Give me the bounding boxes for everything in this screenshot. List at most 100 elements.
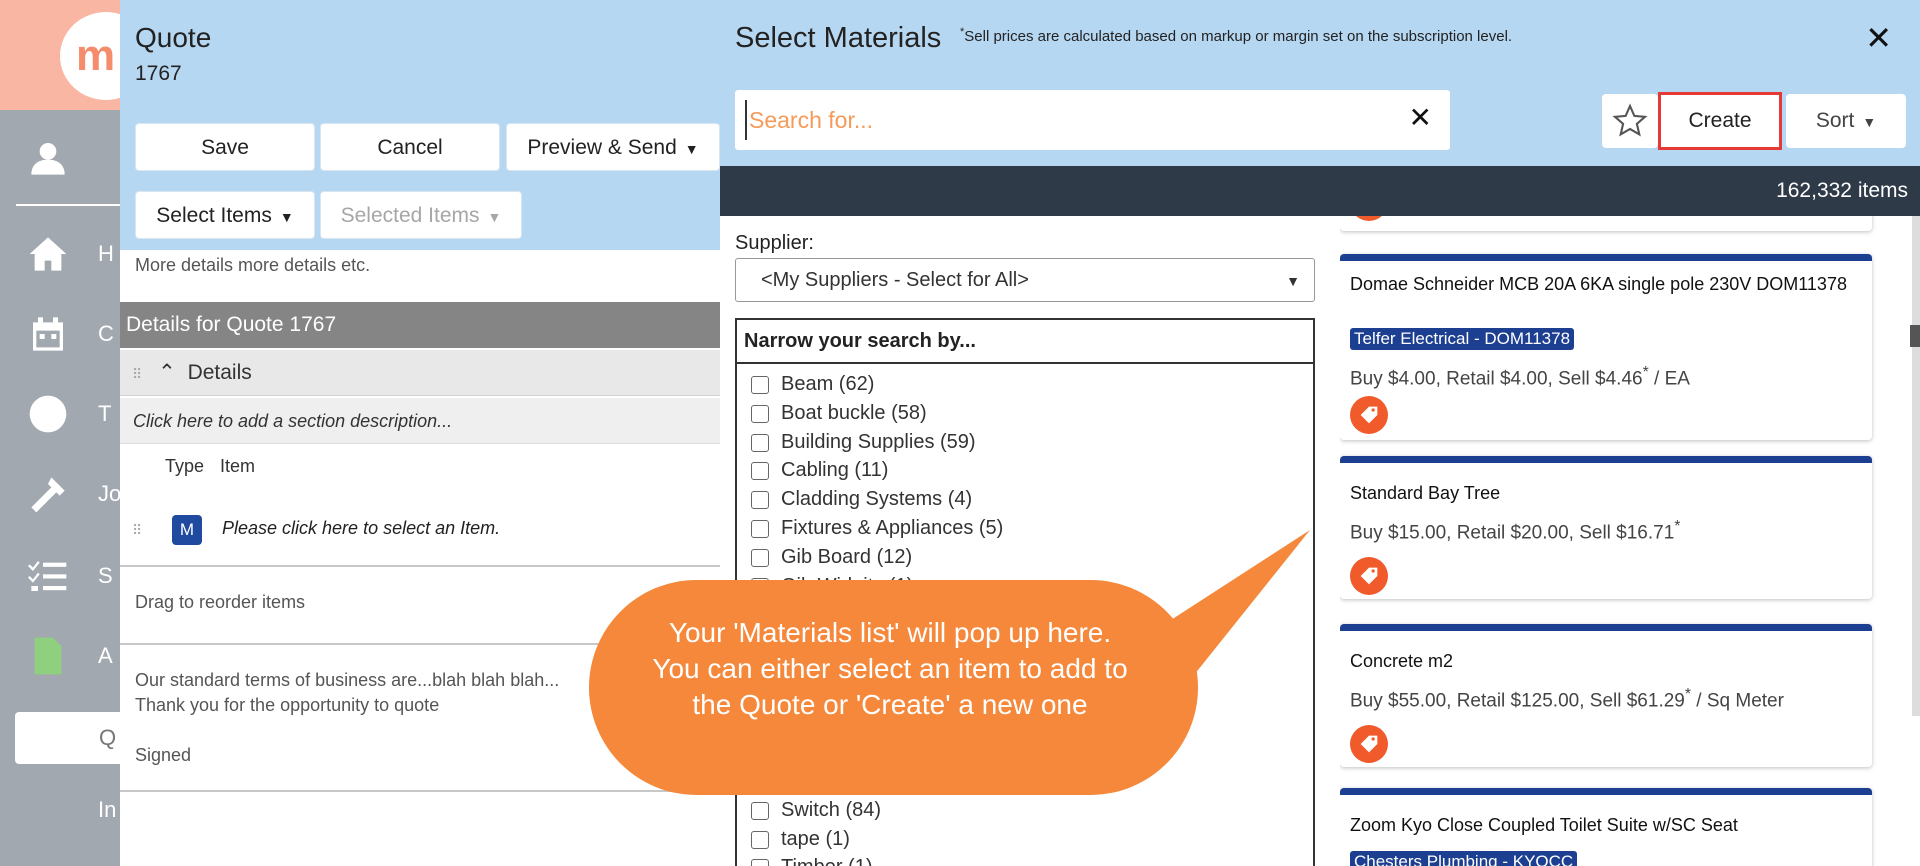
price-tag-button[interactable] xyxy=(1350,396,1388,434)
chevron-up-icon[interactable]: ⌃ xyxy=(158,361,176,384)
narrow-search-title: Narrow your search by... xyxy=(737,320,1313,364)
filter-label: tape (1) xyxy=(781,828,850,850)
filter-checkbox[interactable] xyxy=(751,519,769,538)
supplier-badge: Chesters Plumbing - KYOCC xyxy=(1350,851,1578,866)
supplier-select[interactable]: <My Suppliers - Select for All> ▼ xyxy=(735,258,1315,302)
material-card[interactable] xyxy=(1340,216,1872,231)
caret-down-icon: ▼ xyxy=(487,209,502,225)
filter-checkbox[interactable] xyxy=(751,801,769,820)
price-asterisk: * xyxy=(1674,518,1681,535)
price-unit: / Sq Meter xyxy=(1691,690,1784,712)
user-nav[interactable] xyxy=(0,128,140,188)
filter-option[interactable]: Timber (1) xyxy=(751,856,872,866)
column-header-item: Item xyxy=(220,456,256,476)
close-icon[interactable]: ✕ xyxy=(1865,22,1892,54)
filter-option[interactable]: Boat buckle (58) xyxy=(751,402,927,425)
drag-reorder-hint: Drag to reorder items xyxy=(135,592,306,612)
price-tag-icon[interactable] xyxy=(1350,216,1388,221)
price-unit: / EA xyxy=(1648,368,1690,390)
tag-icon xyxy=(1360,406,1378,424)
filter-checkbox[interactable] xyxy=(751,490,769,509)
preview-send-label: Preview & Send xyxy=(527,136,677,159)
clock-icon xyxy=(29,395,67,433)
drag-handle-icon[interactable]: ⠿ xyxy=(132,522,142,539)
divider xyxy=(120,790,720,792)
sidebar-item-jobs[interactable]: Jo xyxy=(0,464,140,524)
filter-label: Timber (1) xyxy=(781,856,872,866)
signed-text[interactable]: Signed xyxy=(135,745,191,766)
material-price: Buy $4.00, Retail $4.00, Sell $4.46* / E… xyxy=(1350,364,1690,390)
filter-option[interactable]: Building Supplies (59) xyxy=(751,431,976,454)
material-card[interactable]: Concrete m2 Buy $55.00, Retail $125.00, … xyxy=(1340,624,1872,767)
drag-handle-icon[interactable]: ⠿ xyxy=(132,366,142,382)
supplier-label: Supplier: xyxy=(735,232,814,254)
column-header-type: Type xyxy=(165,456,205,476)
filter-option[interactable]: Cabling (11) xyxy=(751,459,888,482)
material-card[interactable]: Zoom Kyo Close Coupled Toilet Suite w/SC… xyxy=(1340,788,1872,866)
material-name: Zoom Kyo Close Coupled Toilet Suite w/SC… xyxy=(1350,815,1738,835)
user-icon xyxy=(31,143,65,175)
sidebar-item-timesheets[interactable]: T xyxy=(0,384,140,444)
caret-down-icon: ▼ xyxy=(684,141,699,157)
favorites-button[interactable] xyxy=(1602,94,1658,148)
details-section-header[interactable]: ⠿ ⌃ Details xyxy=(120,350,720,396)
terms-text-line2[interactable]: Thank you for the opportunity to quote xyxy=(135,695,439,716)
filter-checkbox[interactable] xyxy=(751,858,769,866)
clear-search-icon[interactable]: ✕ xyxy=(1409,104,1432,132)
sort-dropdown[interactable]: Sort ▼ xyxy=(1786,94,1906,148)
sidebar-item-home[interactable]: H xyxy=(0,224,140,284)
hammer-icon xyxy=(31,477,65,513)
sidebar-item-schedule[interactable]: S xyxy=(0,546,140,606)
save-button[interactable]: Save xyxy=(135,123,315,171)
filter-label: Gib Board (12) xyxy=(781,546,913,568)
create-button[interactable]: Create xyxy=(1658,92,1782,150)
results-scrollbar-thumb[interactable] xyxy=(1910,325,1920,347)
sidebar-item-label: Jo xyxy=(98,481,122,506)
material-card[interactable]: Standard Bay Tree Buy $15.00, Retail $20… xyxy=(1340,456,1872,599)
sidebar-item-invoices[interactable]: In xyxy=(0,780,140,840)
search-box: ✕ xyxy=(735,90,1450,150)
sidebar-item-calendar[interactable]: C xyxy=(0,304,140,364)
filter-checkbox[interactable] xyxy=(751,433,769,452)
filter-option[interactable]: Beam (62) xyxy=(751,373,874,396)
calendar-icon xyxy=(33,317,63,351)
sidebar-item-label: C xyxy=(98,321,114,346)
home-icon xyxy=(29,237,67,271)
filter-checkbox[interactable] xyxy=(751,375,769,394)
material-card[interactable]: Domae Schneider MCB 20A 6KA single pole … xyxy=(1340,254,1872,440)
terms-text-line1[interactable]: Our standard terms of business are...bla… xyxy=(135,670,559,691)
select-items-label: Select Items xyxy=(156,204,272,227)
cancel-button[interactable]: Cancel xyxy=(320,123,500,171)
filter-checkbox[interactable] xyxy=(751,461,769,480)
note-text: Sell prices are calculated based on mark… xyxy=(964,28,1513,45)
materials-results-list: Domae Schneider MCB 20A 6KA single pole … xyxy=(1340,216,1920,866)
material-name: Concrete m2 xyxy=(1350,651,1454,671)
filter-option[interactable]: Switch (84) xyxy=(751,799,881,822)
preview-send-button[interactable]: Preview & Send ▼ xyxy=(506,123,720,171)
price-tag-button[interactable] xyxy=(1350,725,1388,763)
sidebar-item-accounts[interactable]: A xyxy=(0,626,140,686)
search-input[interactable] xyxy=(745,100,1385,140)
filter-checkbox[interactable] xyxy=(751,404,769,423)
quote-number: 1767 xyxy=(135,62,182,85)
filter-checkbox[interactable] xyxy=(751,548,769,567)
filter-option[interactable]: Fixtures & Appliances (5) xyxy=(751,517,1003,540)
filter-checkbox[interactable] xyxy=(751,830,769,849)
filter-option[interactable]: Cladding Systems (4) xyxy=(751,488,972,511)
sidebar-item-label: In xyxy=(98,797,117,822)
filter-label: Fixtures & Appliances (5) xyxy=(781,517,1004,539)
select-item-prompt[interactable]: Please click here to select an Item. xyxy=(222,518,500,539)
results-scrollbar[interactable] xyxy=(1912,216,1920,716)
price-text: Buy $55.00, Retail $125.00, Sell $61.29 xyxy=(1350,690,1685,712)
filter-label: Cladding Systems (4) xyxy=(781,488,973,510)
supplier-select-value: <My Suppliers - Select for All> xyxy=(761,269,1029,291)
filter-option[interactable]: tape (1) xyxy=(751,828,850,851)
selected-items-button[interactable]: Selected Items ▼ xyxy=(320,191,522,239)
section-description[interactable]: Click here to add a section description.… xyxy=(120,398,720,444)
filter-label: Boat buckle (58) xyxy=(781,402,927,424)
select-items-button[interactable]: Select Items ▼ xyxy=(135,191,315,239)
sell-price-note: *Sell prices are calculated based on mar… xyxy=(960,26,1512,45)
price-tag-button[interactable] xyxy=(1350,557,1388,595)
material-type-badge: M xyxy=(172,515,202,545)
filter-option[interactable]: Gib Board (12) xyxy=(751,546,912,569)
